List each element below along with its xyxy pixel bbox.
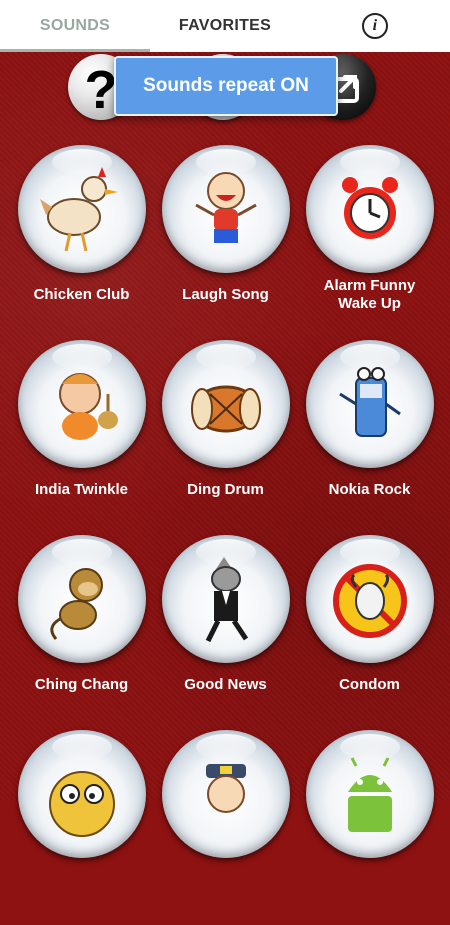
sound-item[interactable]: Condom [297, 535, 442, 730]
android-robot-icon [348, 757, 392, 832]
info-icon: i [362, 13, 388, 39]
toast-message: Sounds repeat ON [114, 56, 338, 116]
pilot-icon [206, 764, 246, 813]
phone-character-icon [339, 367, 401, 437]
sound-button[interactable] [162, 730, 290, 858]
sound-label: Condom [339, 676, 400, 693]
sound-button[interactable] [162, 535, 290, 663]
sound-item[interactable]: Ding Drum [153, 340, 298, 535]
chicken-icon [40, 167, 118, 252]
sound-label: Chicken Club [33, 286, 130, 303]
sound-button[interactable] [18, 535, 146, 663]
sound-label: Laugh Song [182, 286, 269, 303]
sound-item[interactable]: Chicken Club [9, 145, 154, 340]
sound-label: Good News [184, 676, 267, 693]
tab-bar: SOUNDS FAVORITES i [0, 0, 450, 52]
active-tab-indicator [0, 49, 150, 52]
sound-label: Ding Drum [187, 481, 264, 498]
tab-favorites[interactable]: FAVORITES [150, 0, 300, 52]
sound-label: Ching Chang [34, 676, 129, 693]
sound-button[interactable] [306, 340, 434, 468]
sound-item[interactable]: Good News [153, 535, 298, 730]
monkey-icon [50, 568, 103, 640]
sound-label-line: Wake Up [338, 295, 401, 312]
laughing-boy-icon [195, 172, 257, 243]
sound-button[interactable] [162, 145, 290, 273]
sound-button[interactable] [18, 340, 146, 468]
alarm-clock-icon [342, 177, 398, 239]
sound-label: Nokia Rock [328, 481, 411, 498]
sound-item[interactable]: Ching Chang [9, 535, 154, 730]
sound-button[interactable] [18, 730, 146, 858]
bull-icon [333, 564, 407, 638]
sound-button[interactable] [306, 730, 434, 858]
sound-item[interactable]: Laugh Song [153, 145, 298, 340]
drum-icon [191, 385, 261, 433]
sound-item[interactable] [153, 730, 298, 925]
sound-label-line: Alarm Funny [323, 277, 416, 294]
sound-item[interactable] [9, 730, 154, 925]
sound-button[interactable] [162, 340, 290, 468]
sound-button[interactable] [18, 145, 146, 273]
indian-child-icon [59, 373, 118, 440]
sound-button[interactable] [306, 145, 434, 273]
sound-label: Alarm Funny Wake Up [297, 277, 442, 313]
tab-sounds[interactable]: SOUNDS [0, 0, 150, 52]
sound-grid: Chicken Club Laugh Song Alarm Funny Wake… [0, 0, 450, 858]
sound-label: India Twinkle [34, 481, 129, 498]
goofy-face-icon [49, 771, 115, 837]
sound-item[interactable]: India Twinkle [9, 340, 154, 535]
wolf-suit-icon [205, 557, 249, 643]
sound-item[interactable]: Nokia Rock [297, 340, 442, 535]
sound-button[interactable] [306, 535, 434, 663]
tab-info[interactable]: i [300, 0, 450, 52]
sound-item[interactable]: Alarm Funny Wake Up [297, 145, 442, 340]
sound-item[interactable] [297, 730, 442, 925]
